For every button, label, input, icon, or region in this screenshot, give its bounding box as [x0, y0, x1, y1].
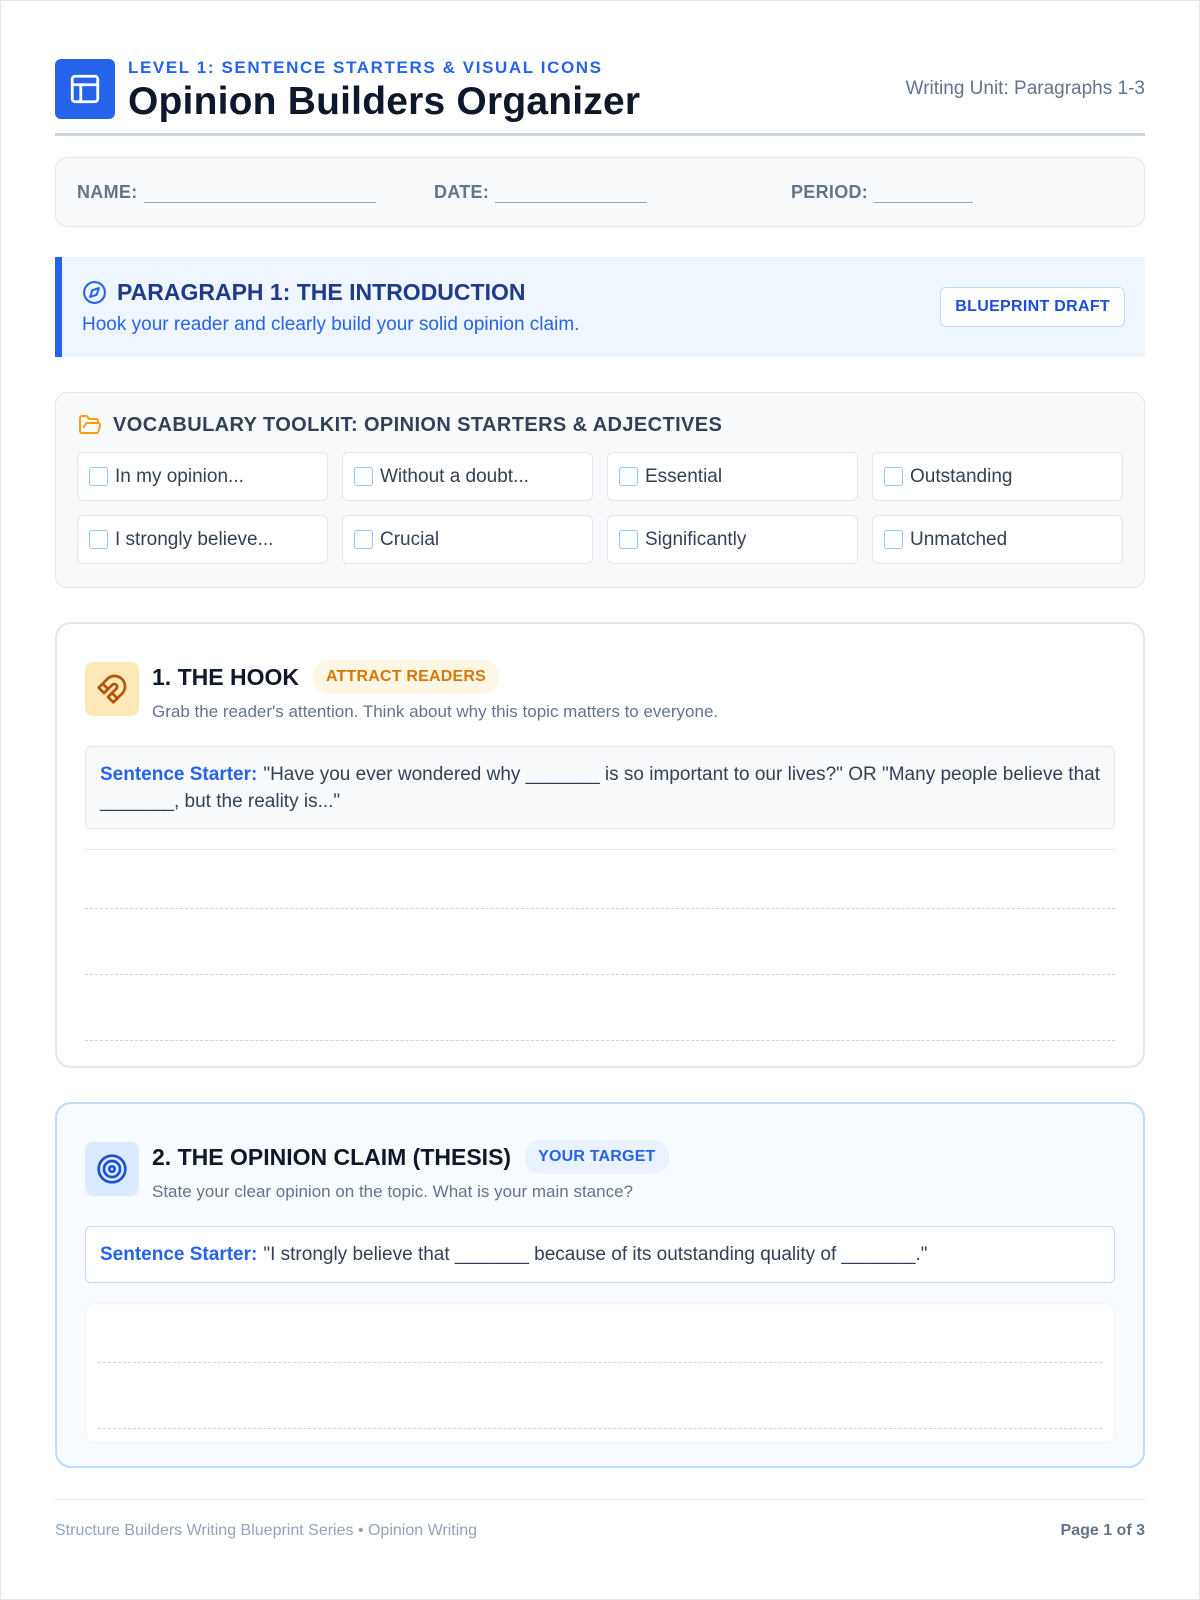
target-icon	[85, 1142, 139, 1196]
date-blank[interactable]	[495, 185, 648, 203]
hook-title: 1. THE HOOK	[152, 663, 299, 690]
writing-line	[85, 1040, 1115, 1041]
name-blank[interactable]	[143, 185, 376, 203]
header: LEVEL 1: SENTENCE STARTERS & VISUAL ICON…	[55, 56, 1145, 136]
toolkit-item-label: In my opinion...	[115, 465, 244, 487]
toolkit-item[interactable]: Outstanding	[872, 452, 1123, 501]
toolkit-chips: In my opinion... Without a doubt... Esse…	[77, 452, 1124, 564]
compass-icon	[83, 281, 106, 304]
claim-sentence-starter: Sentence Starter: "I strongly believe tha…	[85, 1226, 1115, 1283]
checkbox[interactable]	[354, 467, 373, 486]
toolkit-title: VOCABULARY TOOLKIT: OPINION STARTERS & A…	[113, 413, 723, 436]
hook-writing-area[interactable]	[85, 849, 1115, 1044]
claim-titles: 2. THE OPINION CLAIM (THESIS) YOUR TARGE…	[152, 1140, 669, 1202]
toolkit-item-label: Unmatched	[910, 528, 1008, 550]
page-title: Opinion Builders Organizer	[128, 80, 641, 123]
toolkit-item[interactable]: Significantly	[607, 515, 858, 564]
starter-label: Sentence Starter:	[100, 764, 258, 785]
toolkit-item[interactable]: Essential	[607, 452, 858, 501]
layout-icon	[55, 59, 115, 119]
toolkit-item[interactable]: Crucial	[342, 515, 593, 564]
level-label: LEVEL 1: SENTENCE STARTERS & VISUAL ICON…	[128, 58, 603, 77]
paragraph-title: PARAGRAPH 1: THE INTRODUCTION	[117, 279, 526, 305]
footer: Structure Builders Writing Blueprint Ser…	[55, 1499, 1145, 1549]
period-blank[interactable]	[874, 185, 974, 203]
worksheet-page: LEVEL 1: SENTENCE STARTERS & VISUAL ICON…	[0, 0, 1200, 1600]
date-label: DATE:	[434, 181, 490, 202]
period-label: PERIOD:	[791, 181, 869, 202]
student-info-box: NAME: DATE: PERIOD:	[55, 157, 1145, 227]
folder-open-icon	[79, 415, 101, 434]
period-field[interactable]: PERIOD:	[791, 181, 974, 203]
unit-label: Writing Unit: Paragraphs 1-3	[905, 78, 1145, 99]
your-target-tag: YOUR TARGET	[525, 1140, 669, 1174]
toolkit-item-label: Outstanding	[910, 465, 1013, 487]
toolkit-title-row: VOCABULARY TOOLKIT: OPINION STARTERS & A…	[77, 413, 1124, 437]
hook-sentence-starter: Sentence Starter: "Have you ever wondered…	[85, 746, 1115, 829]
checkbox[interactable]	[884, 530, 903, 549]
hook-header: 1. THE HOOK ATTRACT READERS Grab the rea…	[85, 660, 1115, 722]
starter-label: Sentence Starter:	[100, 1244, 258, 1265]
hook-description: Grab the reader's attention. Think about…	[152, 702, 719, 721]
claim-header: 2. THE OPINION CLAIM (THESIS) YOUR TARGE…	[85, 1140, 1115, 1202]
date-field[interactable]: DATE:	[434, 182, 791, 203]
claim-description: State your clear opinion on the topic. W…	[152, 1182, 633, 1201]
magnet-icon	[85, 662, 139, 716]
writing-line	[85, 908, 1115, 909]
checkbox[interactable]	[619, 467, 638, 486]
toolkit-item-label: Significantly	[645, 528, 747, 550]
toolkit-item-label: Crucial	[380, 528, 440, 550]
attract-readers-tag: ATTRACT READERS	[312, 660, 499, 694]
hook-title-row: 1. THE HOOK ATTRACT READERS	[152, 660, 718, 694]
brand: LEVEL 1: SENTENCE STARTERS & VISUAL ICON…	[55, 56, 640, 124]
hook-titles: 1. THE HOOK ATTRACT READERS Grab the rea…	[152, 660, 718, 722]
writing-line	[98, 1428, 1102, 1429]
vocabulary-toolkit: VOCABULARY TOOLKIT: OPINION STARTERS & A…	[55, 392, 1145, 588]
paragraph-banner: PARAGRAPH 1: THE INTRODUCTION Hook your …	[55, 257, 1145, 357]
blueprint-draft-badge: BLUEPRINT DRAFT	[940, 287, 1125, 327]
brand-text: LEVEL 1: SENTENCE STARTERS & VISUAL ICON…	[128, 56, 640, 124]
name-label: NAME:	[77, 181, 138, 202]
claim-writing-area[interactable]	[85, 1303, 1115, 1443]
starter-text: "I strongly believe that _______ because…	[263, 1244, 928, 1265]
checkbox[interactable]	[619, 530, 638, 549]
toolkit-item-label: Essential	[645, 465, 723, 487]
checkbox[interactable]	[89, 467, 108, 486]
checkbox[interactable]	[354, 530, 373, 549]
series-label: Structure Builders Writing Blueprint Ser…	[55, 1521, 478, 1539]
toolkit-item[interactable]: Unmatched	[872, 515, 1123, 564]
toolkit-item-label: Without a doubt...	[380, 465, 529, 487]
name-field[interactable]: NAME:	[77, 182, 434, 203]
toolkit-item-label: I strongly believe...	[115, 528, 274, 550]
toolkit-item[interactable]: I strongly believe...	[77, 515, 328, 564]
toolkit-item[interactable]: Without a doubt...	[342, 452, 593, 501]
writing-line	[98, 1362, 1102, 1363]
page-number: Page 1 of 3	[1060, 1521, 1145, 1539]
claim-title-row: 2. THE OPINION CLAIM (THESIS) YOUR TARGE…	[152, 1140, 669, 1174]
hook-section: 1. THE HOOK ATTRACT READERS Grab the rea…	[55, 622, 1145, 1068]
claim-section: 2. THE OPINION CLAIM (THESIS) YOUR TARGE…	[55, 1102, 1145, 1468]
toolkit-item[interactable]: In my opinion...	[77, 452, 328, 501]
claim-title: 2. THE OPINION CLAIM (THESIS)	[152, 1143, 512, 1170]
writing-line	[85, 974, 1115, 975]
checkbox[interactable]	[89, 530, 108, 549]
checkbox[interactable]	[884, 467, 903, 486]
